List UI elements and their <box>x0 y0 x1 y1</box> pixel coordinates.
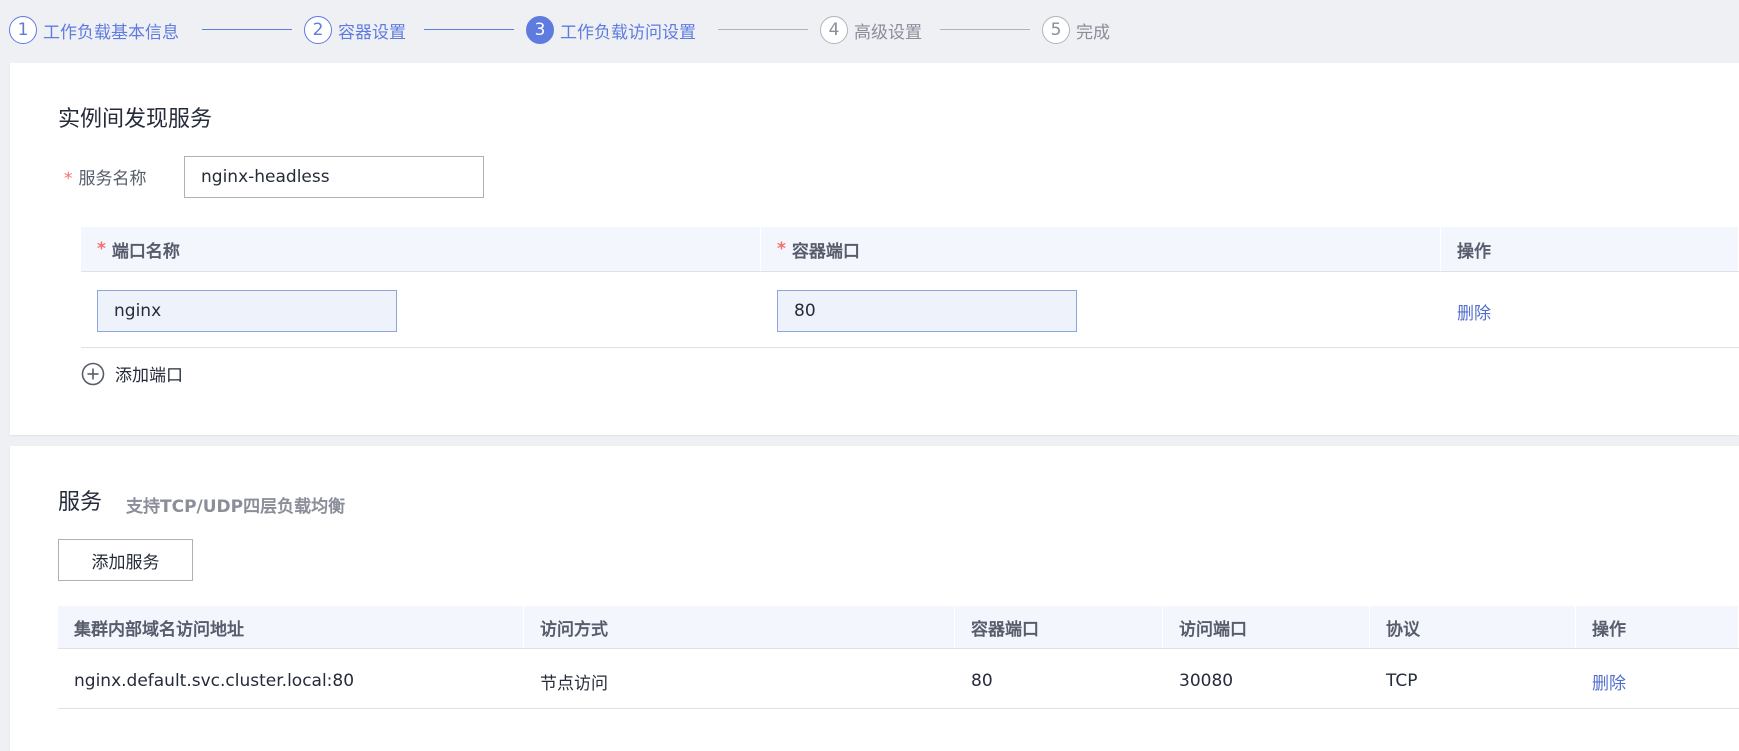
wizard-steps: 1 工作负载基本信息 2 容器设置 3 工作负载访问设置 4 高级设置 5 完成 <box>0 0 1739 60</box>
step-label: 完成 <box>1076 22 1110 43</box>
required-mark: * <box>64 169 73 189</box>
step-container-settings[interactable]: 2 容器设置 <box>304 14 406 46</box>
divider <box>58 708 1739 709</box>
discovery-section-title: 实例间发现服务 <box>58 107 213 132</box>
step-connector <box>940 29 1030 30</box>
plus-circle-icon <box>81 362 105 385</box>
divider <box>81 347 1739 348</box>
divider <box>58 648 1739 649</box>
protocol-column-header: 协议 <box>1370 606 1576 648</box>
step-connector <box>718 29 808 30</box>
container-port-column-header: * 容器端口 <box>761 227 1441 271</box>
divider <box>81 271 1739 272</box>
add-service-button[interactable]: 添加服务 <box>58 539 193 581</box>
service-section-title: 服务 <box>58 490 103 515</box>
add-port-button[interactable]: 添加端口 <box>81 361 183 386</box>
service-panel: 服务 支持TCP/UDP四层负载均衡 添加服务 集群内部域名访问地址 访问方式 … <box>10 446 1739 751</box>
step-access-settings[interactable]: 3 工作负载访问设置 <box>526 14 696 46</box>
port-name-header-text: 端口名称 <box>111 241 180 262</box>
port-name-input[interactable]: nginx <box>97 290 397 332</box>
delete-port-link[interactable]: 删除 <box>1457 296 1491 326</box>
port-table-header: * 端口名称 * 容器端口 操作 <box>81 227 1739 271</box>
container-port-cell: 80 <box>971 671 993 691</box>
step-connector <box>202 29 292 30</box>
required-mark: * <box>777 239 786 259</box>
access-port-column-header: 访问端口 <box>1163 606 1370 648</box>
service-name-input[interactable]: nginx-headless <box>184 156 484 198</box>
port-name-column-header: * 端口名称 <box>81 227 761 271</box>
action-column-header: 操作 <box>1441 227 1739 271</box>
step-label: 工作负载访问设置 <box>560 22 696 43</box>
step-advanced-settings[interactable]: 4 高级设置 <box>820 14 922 46</box>
required-mark: * <box>97 239 106 259</box>
container-port-input[interactable]: 80 <box>777 290 1077 332</box>
step-number: 2 <box>304 16 332 44</box>
step-label: 容器设置 <box>338 22 406 43</box>
step-basic-info[interactable]: 1 工作负载基本信息 <box>9 14 179 46</box>
step-number: 1 <box>9 16 37 44</box>
address-cell: nginx.default.svc.cluster.local:80 <box>74 671 355 691</box>
step-number: 5 <box>1042 16 1070 44</box>
step-label: 高级设置 <box>854 22 922 43</box>
access-type-column-header: 访问方式 <box>524 606 955 648</box>
container-port-column-header: 容器端口 <box>955 606 1163 648</box>
protocol-cell: TCP <box>1386 671 1418 691</box>
service-name-label: * 服务名称 <box>64 164 147 189</box>
access-port-cell: 30080 <box>1179 671 1234 691</box>
step-number: 3 <box>526 16 554 44</box>
add-port-label: 添加端口 <box>115 366 183 386</box>
step-connector <box>424 29 514 30</box>
address-column-header: 集群内部域名访问地址 <box>58 606 524 648</box>
step-label: 工作负载基本信息 <box>43 22 179 43</box>
container-port-header-text: 容器端口 <box>791 241 860 262</box>
access-type-cell: 节点访问 <box>540 673 608 694</box>
service-hint: 支持TCP/UDP四层负载均衡 <box>126 497 346 517</box>
discovery-service-panel: 实例间发现服务 * 服务名称 nginx-headless * 端口名称 * 容器端口… <box>10 63 1739 435</box>
service-table-header: 集群内部域名访问地址 访问方式 容器端口 访问端口 协议 操作 <box>58 606 1739 648</box>
step-complete[interactable]: 5 完成 <box>1042 14 1110 46</box>
service-name-label-text: 服务名称 <box>78 169 147 189</box>
action-column-header: 操作 <box>1576 606 1739 648</box>
delete-service-link[interactable]: 删除 <box>1592 666 1626 696</box>
step-number: 4 <box>820 16 848 44</box>
